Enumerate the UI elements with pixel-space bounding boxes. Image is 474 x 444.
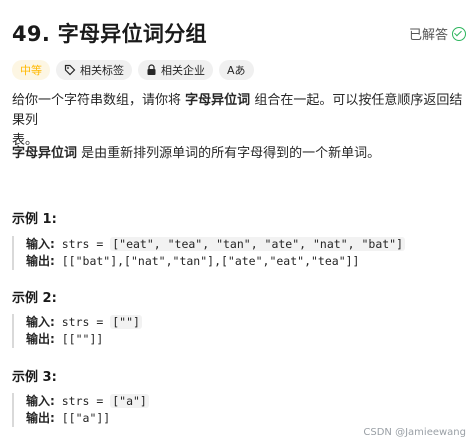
difficulty-badge[interactable]: 中等 bbox=[12, 60, 50, 80]
font-size-icon: Aあ bbox=[227, 64, 246, 77]
output-value: [["bat"],["nat","tan"],["ate","eat","tea… bbox=[61, 254, 360, 268]
topics-tag-label: 相关标签 bbox=[80, 64, 124, 77]
definition-bold-term: 字母异位词 bbox=[12, 146, 78, 161]
tag-icon bbox=[64, 64, 76, 76]
header: 49. 字母异位词分组 已解答 bbox=[12, 18, 466, 52]
solved-status: 已解答 bbox=[409, 24, 466, 43]
description-bold-term: 字母异位词 bbox=[185, 93, 251, 108]
input-label: 输入: bbox=[26, 394, 55, 408]
output-value: [[""]] bbox=[61, 332, 104, 346]
definition-paragraph: 字母异位词 是由重新排列源单词的所有字母得到的一个新单词。 bbox=[12, 144, 380, 164]
input-var: strs = bbox=[61, 315, 111, 329]
output-value: [["a"]] bbox=[61, 411, 111, 425]
input-value: ["eat", "tea", "tan", "ate", "nat", "bat… bbox=[110, 237, 406, 251]
watermark: CSDN @Jamieewang bbox=[363, 427, 466, 438]
tag-row: 中等 相关标签 相关企业 Aあ bbox=[12, 60, 254, 80]
output-label: 输出: bbox=[26, 411, 55, 425]
topics-tag-button[interactable]: 相关标签 bbox=[56, 60, 132, 80]
example-3-title: 示例 3: bbox=[12, 370, 57, 385]
example-3-block: 输入: strs = ["a"] 输出: [["a"]] bbox=[12, 393, 149, 427]
input-var: strs = bbox=[61, 394, 111, 408]
status-text: 已解答 bbox=[408, 28, 448, 43]
input-label: 输入: bbox=[26, 237, 55, 251]
check-circle-icon bbox=[452, 26, 466, 41]
companies-tag-button[interactable]: 相关企业 bbox=[138, 60, 213, 80]
description-text: 给你一个字符串数组，请你将 bbox=[12, 93, 182, 108]
description-paragraph: 给你一个字符串数组，请你将 字母异位词 组合在一起。可以按任意顺序返回结果列 表… bbox=[12, 91, 467, 151]
companies-tag-label: 相关企业 bbox=[161, 64, 205, 77]
input-var: strs = bbox=[61, 237, 111, 251]
example-1-title: 示例 1: bbox=[12, 212, 57, 227]
font-size-button[interactable]: Aあ bbox=[219, 60, 254, 80]
output-label: 输出: bbox=[26, 254, 55, 268]
input-label: 输入: bbox=[26, 315, 55, 329]
definition-text: 是由重新排列源单词的所有字母得到的一个新单词。 bbox=[81, 146, 381, 161]
input-value: ["a"] bbox=[110, 394, 149, 408]
problem-title: 49. 字母异位词分组 bbox=[12, 22, 207, 46]
example-2-title: 示例 2: bbox=[12, 291, 57, 306]
input-value: [""] bbox=[110, 315, 142, 329]
output-label: 输出: bbox=[26, 332, 55, 346]
lock-icon bbox=[147, 64, 156, 75]
example-1-block: 输入: strs = ["eat", "tea", "tan", "ate", … bbox=[12, 236, 406, 270]
example-2-block: 输入: strs = [""] 输出: [[""]] bbox=[12, 314, 142, 348]
